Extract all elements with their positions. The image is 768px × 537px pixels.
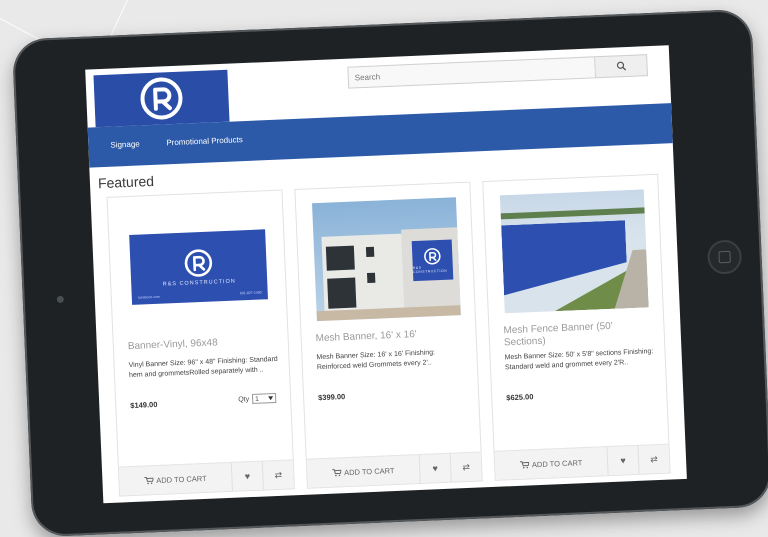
- product-image[interactable]: R&S CONSTRUCTION randscon.com 601-827-14…: [124, 205, 273, 329]
- product-card: Mesh Fence Banner (50' Sections) Mesh Ba…: [482, 173, 671, 481]
- product-card: R&S CONSTRUCTION Mesh Banner, 16' x 16' …: [294, 181, 483, 489]
- quantity-control: Qty 1: [238, 392, 277, 405]
- chevron-down-icon: [268, 396, 274, 401]
- search-bar: [347, 54, 648, 91]
- building-window: [366, 272, 376, 284]
- product-title[interactable]: Banner-Vinyl, 96x48: [128, 335, 278, 353]
- card-actions: ADD TO CART ♥ ⇄: [118, 459, 294, 496]
- search-icon: [616, 61, 626, 71]
- wishlist-button[interactable]: ♥: [419, 453, 452, 483]
- heart-icon: ♥: [244, 471, 251, 482]
- building-window: [325, 245, 355, 271]
- mesh-banner-image: R&S CONSTRUCTION: [312, 197, 461, 322]
- qty-label: Qty: [238, 395, 250, 404]
- cart-icon: [519, 461, 530, 469]
- add-to-cart-button[interactable]: ADD TO CART: [118, 462, 233, 496]
- card-actions: ADD TO CART ♥ ⇄: [306, 451, 482, 488]
- product-image[interactable]: R&S CONSTRUCTION: [312, 197, 461, 322]
- logo-r-icon: [424, 248, 441, 265]
- product-image[interactable]: [499, 189, 649, 314]
- camera: [56, 295, 64, 304]
- webpage-screen: Signage Promotional Products Featured R&…: [85, 45, 687, 504]
- product-title[interactable]: Mesh Fence Banner (50' Sections): [503, 319, 654, 349]
- product-description: Mesh Banner Size: 16' x 16' Finishing: R…: [316, 349, 436, 372]
- banner-vinyl-image: R&S CONSTRUCTION randscon.com 601-827-14…: [129, 229, 268, 305]
- logo-r-icon: [140, 77, 183, 120]
- logo-r-icon: [184, 249, 213, 277]
- tablet-frame: Signage Promotional Products Featured R&…: [11, 8, 768, 537]
- building-window: [327, 277, 357, 309]
- mesh-fence-image: [499, 189, 649, 314]
- distant-trees: [500, 207, 645, 220]
- compare-icon: ⇄: [650, 453, 658, 464]
- featured-heading: Featured: [97, 172, 155, 192]
- cart-icon: [144, 476, 154, 485]
- product-title[interactable]: Mesh Banner, 16' x 16': [315, 327, 465, 345]
- card-actions: ADD TO CART ♥ ⇄: [494, 443, 670, 480]
- sign-website: randscon.com: [137, 294, 160, 300]
- search-input[interactable]: [347, 56, 597, 89]
- add-to-cart-label: ADD TO CART: [531, 457, 583, 469]
- sign-phone: 601-827-1400: [239, 290, 262, 296]
- wishlist-button[interactable]: ♥: [607, 445, 640, 476]
- product-card: R&S CONSTRUCTION randscon.com 601-827-14…: [106, 189, 295, 497]
- product-description: Vinyl Banner Size: 96" x 48" Finishing: …: [128, 355, 278, 380]
- nav-item-promotional-products[interactable]: Promotional Products: [166, 135, 243, 147]
- compare-icon: ⇄: [462, 461, 471, 472]
- add-to-cart-button[interactable]: ADD TO CART: [306, 455, 421, 488]
- compare-icon: ⇄: [274, 469, 283, 480]
- qty-value: 1: [255, 395, 259, 403]
- add-to-cart-label: ADD TO CART: [343, 465, 395, 477]
- compare-button[interactable]: ⇄: [638, 445, 669, 474]
- add-to-cart-button[interactable]: ADD TO CART: [494, 447, 609, 480]
- wishlist-button[interactable]: ♥: [231, 461, 264, 491]
- home-button[interactable]: [706, 239, 743, 275]
- site-logo[interactable]: [93, 69, 230, 128]
- product-description: Mesh Banner Size: 50' x 5'8" sections Fi…: [504, 348, 654, 372]
- sign-company-name: R&S CONSTRUCTION: [412, 265, 448, 275]
- sign-company-name: R&S CONSTRUCTION: [162, 278, 236, 288]
- building-window: [365, 246, 375, 258]
- product-price: $399.00: [317, 392, 346, 403]
- compare-button[interactable]: ⇄: [451, 452, 482, 481]
- nav-item-signage[interactable]: Signage: [110, 139, 140, 149]
- heart-icon: ♥: [620, 455, 626, 466]
- add-to-cart-label: ADD TO CART: [156, 473, 207, 485]
- product-price: $149.00: [130, 399, 158, 411]
- mesh-banner-sign: R&S CONSTRUCTION: [411, 239, 454, 282]
- heart-icon: ♥: [432, 463, 439, 474]
- compare-button[interactable]: ⇄: [263, 460, 294, 489]
- cart-icon: [331, 469, 342, 477]
- product-price: $625.00: [506, 392, 534, 403]
- search-button[interactable]: [595, 54, 648, 79]
- qty-select[interactable]: 1: [251, 392, 277, 404]
